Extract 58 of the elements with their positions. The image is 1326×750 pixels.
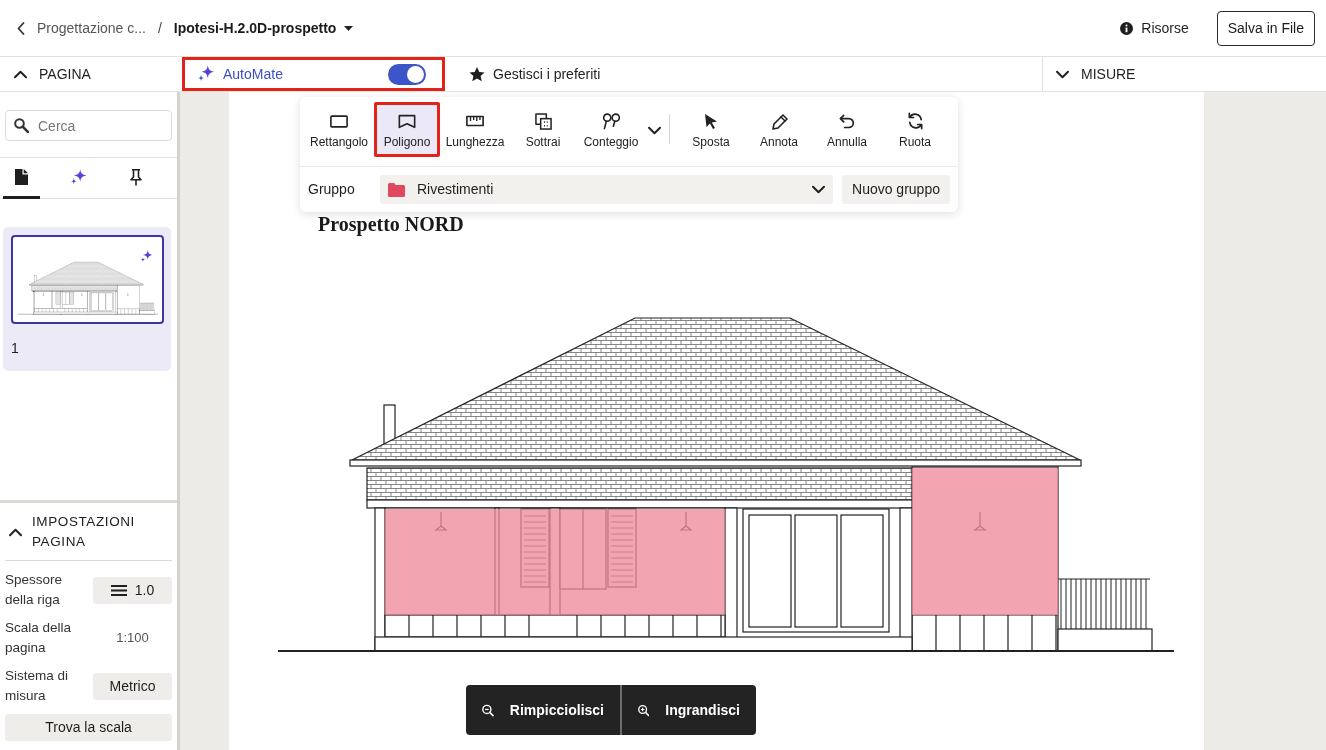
lines-icon xyxy=(110,584,127,596)
tool-button[interactable]: Lunghezza xyxy=(442,102,508,157)
overlapping-squares-icon xyxy=(534,112,552,130)
measurements-panel-toggle[interactable]: MISURE xyxy=(1056,63,1136,85)
ruler-icon xyxy=(466,115,484,127)
zoom-out-button[interactable]: Rimpicciolisci xyxy=(466,685,620,735)
tool-button[interactable]: Conteggio xyxy=(578,102,644,157)
breadcrumb-separator: / xyxy=(157,18,162,38)
page-settings-toggle[interactable]: IMPOSTAZIONI PAGINA xyxy=(5,503,172,561)
caret-down-icon[interactable] xyxy=(344,25,354,31)
cursor-icon xyxy=(704,112,718,130)
measure-system-select[interactable]: Metrico xyxy=(93,672,172,700)
page-scale-value: 1:100 xyxy=(115,629,150,648)
sparkle-icon xyxy=(70,168,87,186)
group-label: Gruppo xyxy=(308,180,356,199)
page-card[interactable]: 1 xyxy=(3,227,171,371)
info-icon xyxy=(1120,21,1134,35)
favorites-button[interactable]: Gestisci i preferiti xyxy=(469,57,601,91)
resources-button[interactable]: Risorse xyxy=(1120,17,1189,39)
search-field[interactable]: Cerca xyxy=(5,110,172,141)
setting-label: Scala della pagina xyxy=(5,619,73,657)
tool-button[interactable]: Sposta xyxy=(678,102,744,157)
find-scale-button[interactable]: Trova la scala xyxy=(5,714,172,741)
tool-button[interactable]: Rettangolo xyxy=(306,102,372,157)
tool-button[interactable]: Annulla xyxy=(814,102,880,157)
automate-label: AutoMate xyxy=(223,64,283,84)
rectangle-icon xyxy=(330,114,348,128)
star-icon xyxy=(469,66,485,82)
chevron-down-icon[interactable] xyxy=(648,126,661,135)
document-title[interactable]: Ipotesi-H.2.0D-prospetto xyxy=(173,17,337,39)
chevron-left-icon[interactable] xyxy=(17,21,25,35)
pencil-icon xyxy=(770,112,788,130)
zoom-in-button[interactable]: Ingrandisci xyxy=(620,685,756,735)
chevron-down-icon xyxy=(812,185,825,194)
toggle-switch[interactable] xyxy=(388,63,426,85)
group-select[interactable]: Rivestimenti xyxy=(380,175,833,204)
tool-button[interactable]: Ruota xyxy=(882,102,948,157)
undo-icon xyxy=(839,113,855,129)
setting-label: Spessore della riga xyxy=(5,571,64,609)
page-panel-toggle[interactable]: PAGINA xyxy=(14,63,91,85)
pin-icon xyxy=(129,168,142,186)
new-group-button[interactable]: Nuovo gruppo xyxy=(842,175,950,204)
save-file-button[interactable]: Salva in File xyxy=(1216,10,1315,46)
search-icon xyxy=(14,118,29,133)
setting-label: Sistema di misura xyxy=(5,667,70,705)
document-icon xyxy=(15,169,28,185)
page-number: 1 xyxy=(11,339,19,358)
tool-button[interactable]: Poligono xyxy=(374,102,440,157)
polygon-icon xyxy=(398,113,416,129)
pins-icon xyxy=(601,112,621,130)
tool-button[interactable]: Sottrai xyxy=(510,102,576,157)
line-weight-button[interactable]: 1.0 xyxy=(93,576,172,604)
sparkle-icon xyxy=(197,65,215,83)
drawing-title: Prospetto NORD xyxy=(318,213,464,235)
tool-button[interactable]: Annota xyxy=(746,102,812,157)
folder-icon xyxy=(388,182,405,197)
breadcrumb-link[interactable]: Progettazione c... xyxy=(37,17,146,39)
rotate-icon xyxy=(906,112,924,130)
